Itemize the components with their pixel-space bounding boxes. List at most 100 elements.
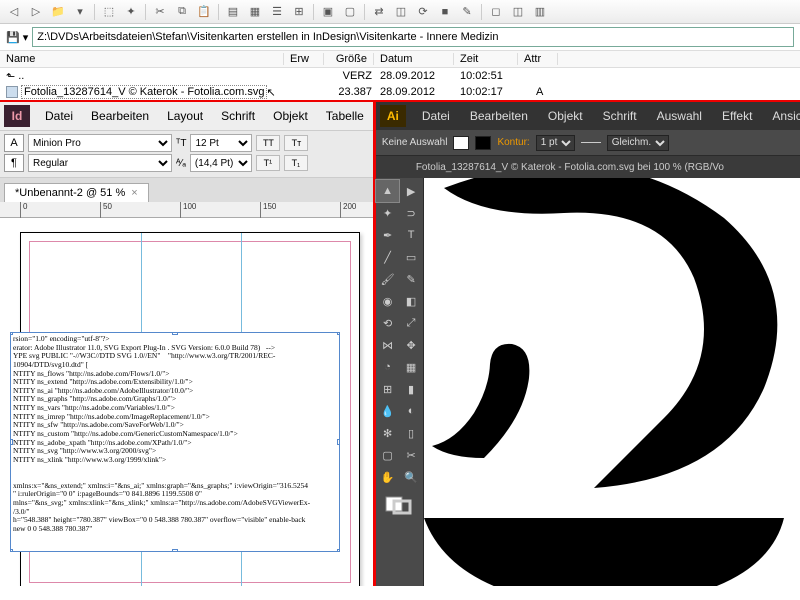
- lasso-tool[interactable]: ⊃: [399, 202, 423, 224]
- fm-pathbar: 💾 ▾: [0, 24, 800, 50]
- list-item[interactable]: Fotolia_13287614_V © Katerok - Fotolia.c…: [0, 84, 800, 100]
- menu-item[interactable]: Objekt: [538, 105, 593, 127]
- misc1-icon[interactable]: ◻: [486, 3, 506, 21]
- width-tool[interactable]: ⋈: [376, 334, 400, 356]
- allcaps-button[interactable]: TT: [256, 135, 280, 151]
- artboard-tool[interactable]: ▢: [376, 444, 400, 466]
- direct-select-tool[interactable]: ▶: [399, 180, 423, 202]
- menu-item[interactable]: Datei: [412, 105, 460, 127]
- symbol-tool[interactable]: ✻: [376, 422, 400, 444]
- view-icon[interactable]: ▦: [245, 3, 265, 21]
- col-name: Name: [0, 53, 284, 65]
- menu-item[interactable]: Schrift: [593, 105, 647, 127]
- misc3-icon[interactable]: ▥: [530, 3, 550, 21]
- star-icon[interactable]: ✦: [121, 3, 141, 21]
- zoom-tool[interactable]: 🔍: [399, 466, 423, 488]
- sub-button[interactable]: T₁: [284, 155, 308, 171]
- free-transform-tool[interactable]: ✥: [399, 334, 423, 356]
- font-size-select[interactable]: 12 Pt: [190, 134, 252, 152]
- menu-item[interactable]: Bearbeiten: [82, 105, 158, 127]
- folder-icon[interactable]: 📁: [48, 3, 68, 21]
- back-icon[interactable]: ◁: [4, 3, 24, 21]
- tool-icon[interactable]: ▤: [223, 3, 243, 21]
- fill-stroke-icon[interactable]: [376, 494, 423, 516]
- stroke-weight-select[interactable]: 1 pt: [536, 135, 575, 151]
- sync-icon[interactable]: ⟳: [413, 3, 433, 21]
- blend-tool[interactable]: ◐: [399, 400, 423, 422]
- document-tab[interactable]: Fotolia_13287614_V © Katerok - Fotolia.c…: [416, 162, 724, 173]
- select-icon[interactable]: ⬚: [99, 3, 119, 21]
- pen-tool[interactable]: ✒: [376, 224, 400, 246]
- font-select[interactable]: Minion Pro: [28, 134, 172, 152]
- zip-icon[interactable]: ▣: [318, 3, 338, 21]
- menu-item[interactable]: Layout: [158, 105, 212, 127]
- para-mode-button[interactable]: ¶: [4, 154, 24, 172]
- blob-tool[interactable]: ◉: [376, 290, 400, 312]
- stroke-style-icon[interactable]: [581, 142, 601, 143]
- path-input[interactable]: [32, 27, 794, 47]
- menu-item[interactable]: Effekt: [712, 105, 762, 127]
- shape-builder-tool[interactable]: ◔: [376, 356, 400, 378]
- drop-icon[interactable]: ▾: [70, 3, 90, 21]
- menu-item[interactable]: Schrift: [212, 105, 264, 127]
- opacity-select[interactable]: Gleichm.: [607, 135, 669, 151]
- menu-item[interactable]: Tabelle: [317, 105, 373, 127]
- fill-swatch[interactable]: [453, 136, 469, 150]
- ai-menubar: Ai Datei Bearbeiten Objekt Schrift Auswa…: [376, 102, 800, 130]
- size-icon: ᵀT: [176, 138, 186, 149]
- scale-tool[interactable]: ⤢: [399, 312, 423, 334]
- leading-icon: ᴬ⁄ₐ: [176, 158, 186, 169]
- menu-item[interactable]: Objekt: [264, 105, 317, 127]
- leading-select[interactable]: (14,4 Pt): [190, 154, 252, 172]
- copy-icon[interactable]: ⧉: [172, 3, 192, 21]
- rotate-tool[interactable]: ⟲: [376, 312, 400, 334]
- eraser-tool[interactable]: ◧: [399, 290, 423, 312]
- net-icon[interactable]: ◫: [391, 3, 411, 21]
- term-icon[interactable]: ■: [435, 3, 455, 21]
- col-attr: Attr: [518, 53, 558, 65]
- fwd-icon[interactable]: ▷: [26, 3, 46, 21]
- misc2-icon[interactable]: ◫: [508, 3, 528, 21]
- close-icon[interactable]: ×: [131, 187, 137, 199]
- wand-tool[interactable]: ✦: [376, 202, 400, 224]
- indesign-logo-icon: Id: [4, 105, 30, 127]
- hand-tool[interactable]: ✋: [376, 466, 400, 488]
- gradient-tool[interactable]: ▮: [399, 378, 423, 400]
- eyedropper-tool[interactable]: 💧: [376, 400, 400, 422]
- list-item[interactable]: ⬑.. VERZ 28.09.2012 10:02:51: [0, 68, 800, 84]
- brush-tool[interactable]: 🖌: [376, 268, 400, 290]
- mesh-tool[interactable]: ⊞: [376, 378, 400, 400]
- cut-icon[interactable]: ✂: [150, 3, 170, 21]
- menu-item[interactable]: Auswahl: [647, 105, 712, 127]
- super-button[interactable]: T¹: [256, 155, 280, 171]
- fm-column-headers[interactable]: Name Erw Größe Datum Zeit Attr: [0, 50, 800, 68]
- drive-icon[interactable]: 💾 ▾: [6, 31, 28, 44]
- type-tool[interactable]: T: [399, 224, 423, 246]
- rect-tool[interactable]: ▭: [399, 246, 423, 268]
- ai-toolbox: ▲▶ ✦⊃ ✒T ╱▭ 🖌✎ ◉◧ ⟲⤢ ⋈✥ ◔▦ ⊞▮ 💧◐ ✻▯ ▢✂ ✋…: [376, 178, 424, 586]
- char-mode-button[interactable]: A: [4, 134, 24, 152]
- perspective-tool[interactable]: ▦: [399, 356, 423, 378]
- line-tool[interactable]: ╱: [376, 246, 400, 268]
- selection-tool[interactable]: ▲: [376, 180, 400, 202]
- stroke-swatch[interactable]: [475, 136, 491, 150]
- id-canvas[interactable]: 0 50 100 150 200 rsion="1.0" encoding="u…: [0, 202, 373, 586]
- graph-tool[interactable]: ▯: [399, 422, 423, 444]
- ai-control-panel: Keine Auswahl Kontur: 1 pt Gleichm.: [376, 130, 800, 156]
- unzip-icon[interactable]: ▢: [340, 3, 360, 21]
- note-icon[interactable]: ✎: [457, 3, 477, 21]
- menu-item[interactable]: Ansicht: [762, 105, 800, 127]
- paste-icon[interactable]: 📋: [194, 3, 214, 21]
- ai-canvas[interactable]: [424, 178, 800, 586]
- list-icon[interactable]: ☰: [267, 3, 287, 21]
- text-frame[interactable]: rsion="1.0" encoding="utf-8"?> erator: A…: [10, 332, 340, 552]
- pencil-tool[interactable]: ✎: [399, 268, 423, 290]
- slice-tool[interactable]: ✂: [399, 444, 423, 466]
- smallcaps-button[interactable]: Tᴛ: [284, 135, 308, 151]
- tree-icon[interactable]: ⊞: [289, 3, 309, 21]
- document-tab[interactable]: *Unbenannt-2 @ 51 %×: [4, 183, 149, 202]
- weight-select[interactable]: Regular: [28, 154, 172, 172]
- menu-item[interactable]: Datei: [36, 105, 82, 127]
- ftp-icon[interactable]: ⇄: [369, 3, 389, 21]
- menu-item[interactable]: Bearbeiten: [460, 105, 538, 127]
